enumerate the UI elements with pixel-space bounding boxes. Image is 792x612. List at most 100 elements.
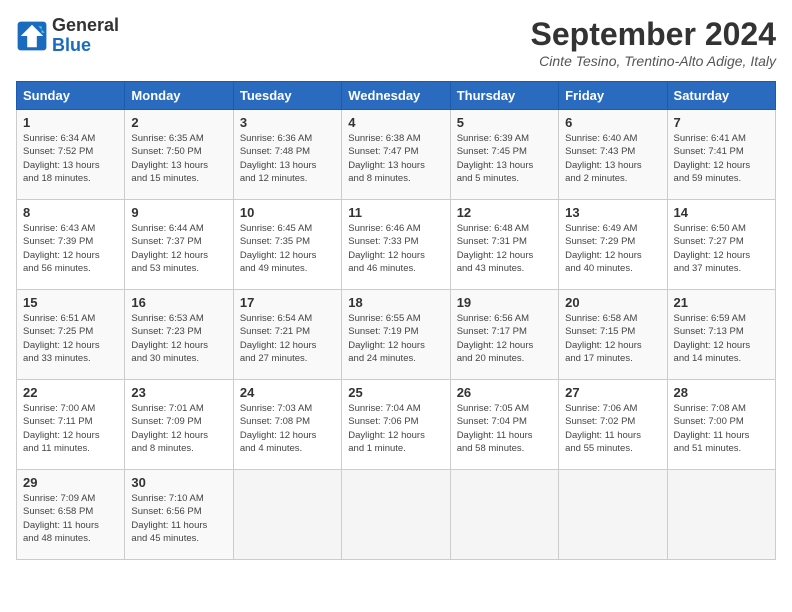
cell-info: Sunrise: 6:36 AM Sunset: 7:48 PM Dayligh… [240,132,335,185]
calendar-cell: 24 Sunrise: 7:03 AM Sunset: 7:08 PM Dayli… [233,380,341,470]
logo-icon [16,20,48,52]
cell-info: Sunrise: 6:38 AM Sunset: 7:47 PM Dayligh… [348,132,443,185]
calendar-cell [233,470,341,560]
calendar-cell: 3 Sunrise: 6:36 AM Sunset: 7:48 PM Daylig… [233,110,341,200]
calendar-cell [450,470,558,560]
week-row-3: 15 Sunrise: 6:51 AM Sunset: 7:25 PM Dayli… [17,290,776,380]
week-row-1: 1Sunrise: 6:34 AM Sunset: 7:52 PM Daylig… [17,110,776,200]
col-header-thursday: Thursday [450,82,558,110]
week-row-2: 8Sunrise: 6:43 AM Sunset: 7:39 PM Daylig… [17,200,776,290]
day-number: 22 [23,385,118,400]
day-number: 19 [457,295,552,310]
cell-info: Sunrise: 6:45 AM Sunset: 7:35 PM Dayligh… [240,222,335,275]
cell-info: Sunrise: 6:56 AM Sunset: 7:17 PM Dayligh… [457,312,552,365]
col-header-monday: Monday [125,82,233,110]
calendar-cell: 4 Sunrise: 6:38 AM Sunset: 7:47 PM Daylig… [342,110,450,200]
calendar-cell: 16 Sunrise: 6:53 AM Sunset: 7:23 PM Dayli… [125,290,233,380]
cell-info: Sunrise: 7:00 AM Sunset: 7:11 PM Dayligh… [23,402,118,455]
calendar-cell [342,470,450,560]
day-number: 26 [457,385,552,400]
logo: General Blue [16,16,119,56]
cell-info: Sunrise: 6:50 AM Sunset: 7:27 PM Dayligh… [674,222,769,275]
calendar-cell: 27 Sunrise: 7:06 AM Sunset: 7:02 PM Dayli… [559,380,667,470]
logo-line2: Blue [52,36,119,56]
day-number: 15 [23,295,118,310]
cell-info: Sunrise: 7:03 AM Sunset: 7:08 PM Dayligh… [240,402,335,455]
calendar-cell: 14 Sunrise: 6:50 AM Sunset: 7:27 PM Dayli… [667,200,775,290]
calendar-cell: 13 Sunrise: 6:49 AM Sunset: 7:29 PM Dayli… [559,200,667,290]
day-number: 24 [240,385,335,400]
calendar-cell: 22 Sunrise: 7:00 AM Sunset: 7:11 PM Dayli… [17,380,125,470]
cell-info: Sunrise: 6:53 AM Sunset: 7:23 PM Dayligh… [131,312,226,365]
cell-info: Sunrise: 6:51 AM Sunset: 7:25 PM Dayligh… [23,312,118,365]
calendar-cell: 26 Sunrise: 7:05 AM Sunset: 7:04 PM Dayli… [450,380,558,470]
location: Cinte Tesino, Trentino-Alto Adige, Italy [531,53,776,69]
day-number: 21 [674,295,769,310]
day-number: 16 [131,295,226,310]
cell-info: Sunrise: 6:49 AM Sunset: 7:29 PM Dayligh… [565,222,660,275]
calendar-cell: 28Sunrise: 7:08 AM Sunset: 7:00 PM Dayli… [667,380,775,470]
cell-info: Sunrise: 6:44 AM Sunset: 7:37 PM Dayligh… [131,222,226,275]
day-number: 7 [674,115,769,130]
calendar-cell: 23Sunrise: 7:01 AM Sunset: 7:09 PM Dayli… [125,380,233,470]
col-header-sunday: Sunday [17,82,125,110]
cell-info: Sunrise: 6:58 AM Sunset: 7:15 PM Dayligh… [565,312,660,365]
day-number: 5 [457,115,552,130]
week-row-5: 29 Sunrise: 7:09 AM Sunset: 6:58 PM Dayli… [17,470,776,560]
cell-info: Sunrise: 7:09 AM Sunset: 6:58 PM Dayligh… [23,492,118,545]
calendar-cell: 5 Sunrise: 6:39 AM Sunset: 7:45 PM Daylig… [450,110,558,200]
title-block: September 2024 Cinte Tesino, Trentino-Al… [531,16,776,69]
header-row: SundayMondayTuesdayWednesdayThursdayFrid… [17,82,776,110]
col-header-wednesday: Wednesday [342,82,450,110]
day-number: 17 [240,295,335,310]
cell-info: Sunrise: 6:41 AM Sunset: 7:41 PM Dayligh… [674,132,769,185]
day-number: 3 [240,115,335,130]
calendar-cell: 9 Sunrise: 6:44 AM Sunset: 7:37 PM Daylig… [125,200,233,290]
logo-line1: General [52,16,119,36]
cell-info: Sunrise: 7:10 AM Sunset: 6:56 PM Dayligh… [131,492,226,545]
cell-info: Sunrise: 6:55 AM Sunset: 7:19 PM Dayligh… [348,312,443,365]
day-number: 13 [565,205,660,220]
cell-info: Sunrise: 6:39 AM Sunset: 7:45 PM Dayligh… [457,132,552,185]
cell-info: Sunrise: 7:04 AM Sunset: 7:06 PM Dayligh… [348,402,443,455]
col-header-friday: Friday [559,82,667,110]
cell-info: Sunrise: 7:08 AM Sunset: 7:00 PM Dayligh… [674,402,769,455]
col-header-saturday: Saturday [667,82,775,110]
cell-info: Sunrise: 7:05 AM Sunset: 7:04 PM Dayligh… [457,402,552,455]
calendar-cell: 11Sunrise: 6:46 AM Sunset: 7:33 PM Dayli… [342,200,450,290]
day-number: 30 [131,475,226,490]
calendar-cell: 21Sunrise: 6:59 AM Sunset: 7:13 PM Dayli… [667,290,775,380]
calendar-cell: 18 Sunrise: 6:55 AM Sunset: 7:19 PM Dayli… [342,290,450,380]
calendar-cell: 25 Sunrise: 7:04 AM Sunset: 7:06 PM Dayli… [342,380,450,470]
cell-info: Sunrise: 7:06 AM Sunset: 7:02 PM Dayligh… [565,402,660,455]
calendar-cell: 15 Sunrise: 6:51 AM Sunset: 7:25 PM Dayli… [17,290,125,380]
calendar-cell: 2Sunrise: 6:35 AM Sunset: 7:50 PM Daylig… [125,110,233,200]
day-number: 29 [23,475,118,490]
day-number: 25 [348,385,443,400]
cell-info: Sunrise: 6:35 AM Sunset: 7:50 PM Dayligh… [131,132,226,185]
calendar-cell: 1Sunrise: 6:34 AM Sunset: 7:52 PM Daylig… [17,110,125,200]
calendar-cell: 19 Sunrise: 6:56 AM Sunset: 7:17 PM Dayli… [450,290,558,380]
calendar-table: SundayMondayTuesdayWednesdayThursdayFrid… [16,81,776,560]
day-number: 14 [674,205,769,220]
calendar-cell: 10 Sunrise: 6:45 AM Sunset: 7:35 PM Dayli… [233,200,341,290]
month-title: September 2024 [531,16,776,53]
day-number: 10 [240,205,335,220]
day-number: 18 [348,295,443,310]
day-number: 9 [131,205,226,220]
cell-info: Sunrise: 6:48 AM Sunset: 7:31 PM Dayligh… [457,222,552,275]
day-number: 27 [565,385,660,400]
cell-info: Sunrise: 6:34 AM Sunset: 7:52 PM Dayligh… [23,132,118,185]
calendar-cell: 17Sunrise: 6:54 AM Sunset: 7:21 PM Dayli… [233,290,341,380]
day-number: 12 [457,205,552,220]
day-number: 11 [348,205,443,220]
calendar-cell: 12 Sunrise: 6:48 AM Sunset: 7:31 PM Dayli… [450,200,558,290]
page-header: General Blue September 2024 Cinte Tesino… [16,16,776,69]
cell-info: Sunrise: 6:43 AM Sunset: 7:39 PM Dayligh… [23,222,118,275]
calendar-cell: 20Sunrise: 6:58 AM Sunset: 7:15 PM Dayli… [559,290,667,380]
calendar-cell: 30 Sunrise: 7:10 AM Sunset: 6:56 PM Dayli… [125,470,233,560]
calendar-cell: 29 Sunrise: 7:09 AM Sunset: 6:58 PM Dayli… [17,470,125,560]
day-number: 4 [348,115,443,130]
cell-info: Sunrise: 6:40 AM Sunset: 7:43 PM Dayligh… [565,132,660,185]
calendar-cell: 8Sunrise: 6:43 AM Sunset: 7:39 PM Daylig… [17,200,125,290]
